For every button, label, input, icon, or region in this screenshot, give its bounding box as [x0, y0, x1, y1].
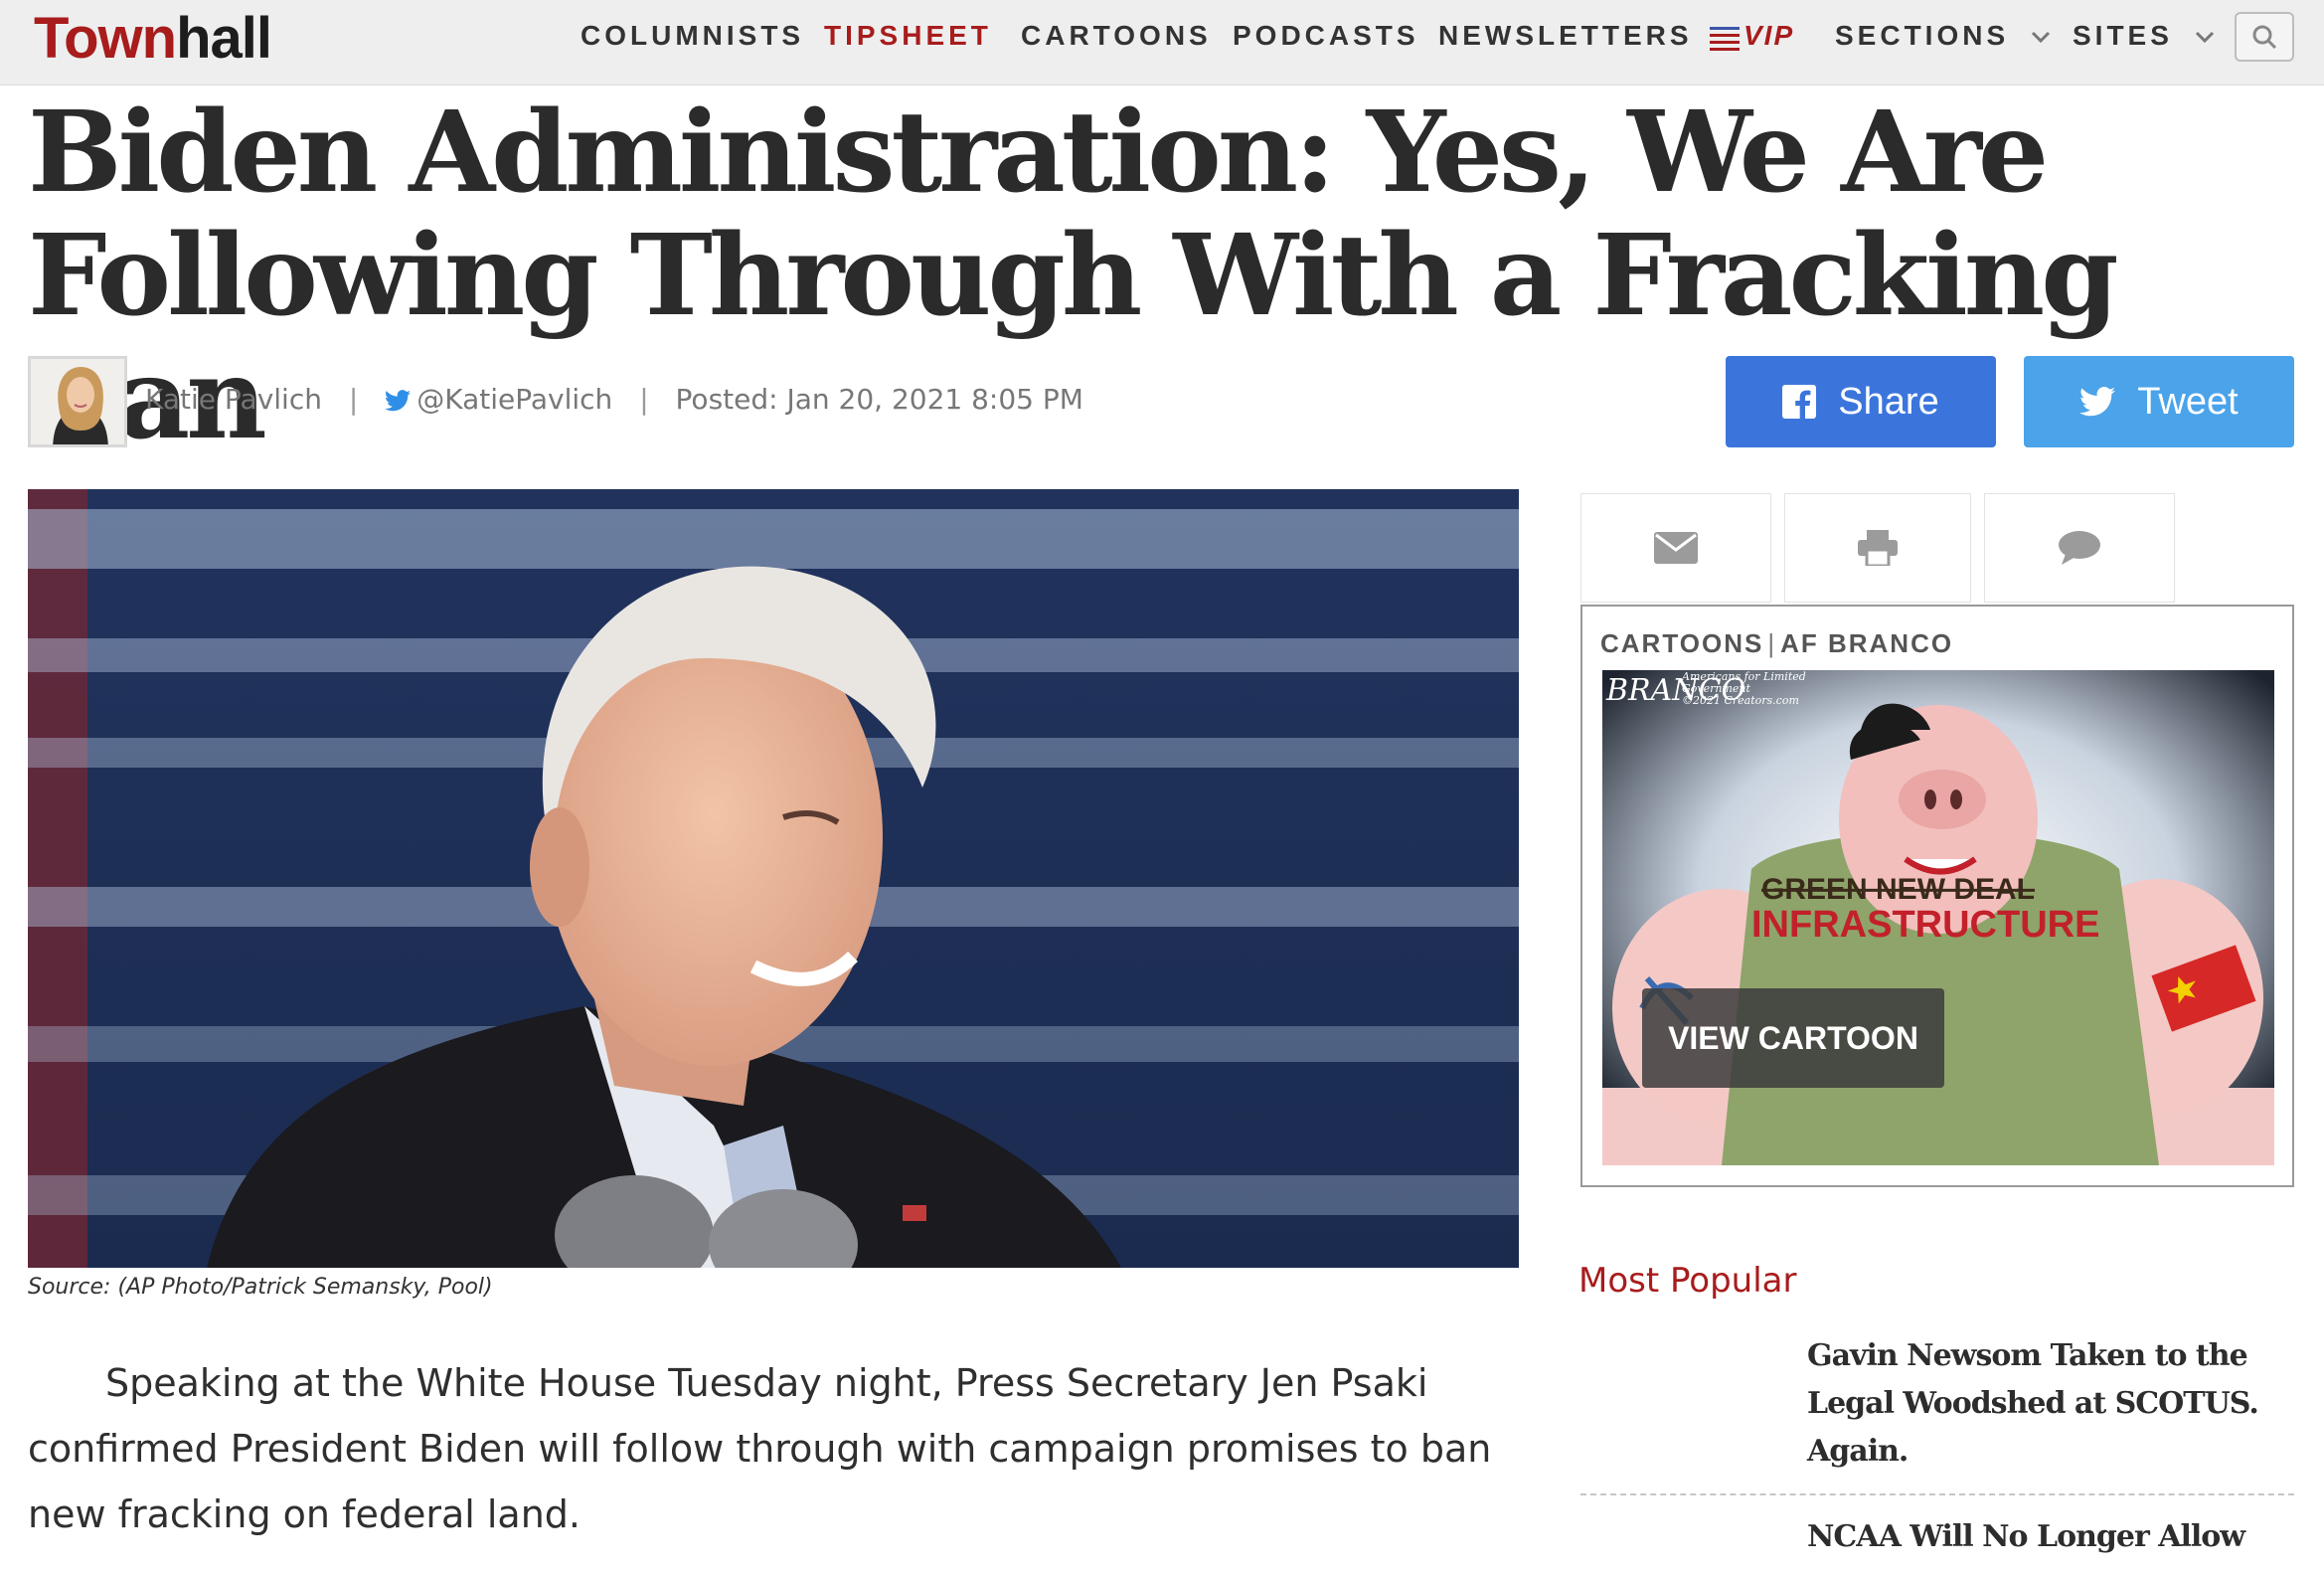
- byline-separator: |: [639, 383, 649, 416]
- cartoon-section-link[interactable]: CARTOONS: [1600, 628, 1763, 658]
- byline-separator: |: [348, 383, 359, 416]
- most-popular-heading: Most Popular: [1578, 1261, 1797, 1301]
- top-navigation-bar: Townhall COLUMNISTS TIPSHEET CARTOONS PO…: [0, 0, 2324, 86]
- twitter-share-button[interactable]: Tweet: [2024, 356, 2294, 447]
- popular-divider: [1580, 1493, 2294, 1495]
- nav-vip-label: VIP: [1743, 20, 1795, 51]
- cartoon-shirt-strike: GREEN NEW DEAL: [1761, 873, 2035, 906]
- chevron-down-icon: [2195, 31, 2214, 43]
- author-name-link[interactable]: Katie Pavlich: [145, 383, 322, 416]
- logo-town: Town: [34, 6, 177, 71]
- print-article-button[interactable]: [1784, 493, 1971, 603]
- printer-icon: [1858, 530, 1898, 566]
- chevron-down-icon: [2031, 31, 2050, 43]
- email-article-button[interactable]: [1580, 493, 1771, 603]
- photo-caption: Source: (AP Photo/Patrick Semansky, Pool…: [28, 1275, 493, 1300]
- author-photo: [31, 359, 124, 444]
- popular-article-link[interactable]: Gavin Newsom Taken to the Legal Woodshed…: [1807, 1332, 2304, 1476]
- comments-button[interactable]: [1984, 493, 2175, 603]
- author-avatar[interactable]: [28, 356, 127, 447]
- article-hero-photo: [28, 489, 1519, 1268]
- search-icon: [2252, 25, 2277, 50]
- cartoon-artist-link[interactable]: AF BRANCO: [1780, 628, 1953, 658]
- cartoon-image[interactable]: BRANCO Americans for Limited Government …: [1602, 670, 2274, 1165]
- cartoon-widget: CARTOONS | AF BRANCO BRANCO Americans for …: [1580, 605, 2294, 1187]
- cartoon-widget-label: CARTOONS | AF BRANCO: [1600, 628, 1953, 659]
- nav-cartoons[interactable]: CARTOONS: [1021, 14, 1212, 58]
- nav-columnists[interactable]: COLUMNISTS: [581, 14, 804, 58]
- cartoon-credit-3: ©2021 Creators.com: [1682, 694, 1799, 707]
- flag-icon: [1710, 26, 1740, 51]
- nav-sections[interactable]: SECTIONS: [1835, 14, 2051, 58]
- comment-icon: [2059, 531, 2100, 565]
- article-byline: Katie Pavlich | @KatiePavlich | Posted: …: [145, 380, 1083, 420]
- envelope-icon: [1654, 532, 1698, 564]
- label-separator: |: [1767, 628, 1777, 658]
- article-body-paragraph: Speaking at the White House Tuesday nigh…: [28, 1361, 1492, 1536]
- search-button[interactable]: [2235, 12, 2294, 62]
- facebook-icon: [1782, 385, 1817, 419]
- view-cartoon-button[interactable]: VIEW CARTOON: [1642, 988, 1944, 1088]
- twitter-bird-icon: [2079, 387, 2116, 417]
- townhall-logo[interactable]: Townhall: [34, 4, 272, 74]
- author-twitter-link[interactable]: @KatiePavlich: [416, 383, 612, 416]
- facebook-share-button[interactable]: Share: [1726, 356, 1996, 447]
- nav-sites-label: SITES: [2073, 20, 2173, 51]
- nav-tipsheet[interactable]: TIPSHEET: [824, 14, 992, 58]
- twitter-bird-icon: [385, 390, 412, 412]
- logo-hall: hall: [176, 6, 272, 71]
- cartoon-shirt-text: INFRASTRUCTURE: [1751, 904, 2099, 946]
- cartoon-drawing: BRANCO Americans for Limited Government …: [1602, 670, 2274, 1165]
- nav-podcasts[interactable]: PODCASTS: [1233, 14, 1419, 58]
- biden-photo: [28, 489, 1519, 1268]
- popular-article-link[interactable]: NCAA Will No Longer Allow: [1807, 1513, 2304, 1561]
- twitter-share-label: Tweet: [2137, 380, 2239, 423]
- post-date: Posted: Jan 20, 2021 8:05 PM: [675, 383, 1083, 416]
- nav-sites[interactable]: SITES: [2073, 14, 2215, 58]
- nav-vip[interactable]: VIP: [1710, 14, 1794, 58]
- nav-newsletters[interactable]: NEWSLETTERS: [1438, 14, 1693, 58]
- nav-sections-label: SECTIONS: [1835, 20, 2010, 51]
- facebook-share-label: Share: [1838, 380, 1939, 423]
